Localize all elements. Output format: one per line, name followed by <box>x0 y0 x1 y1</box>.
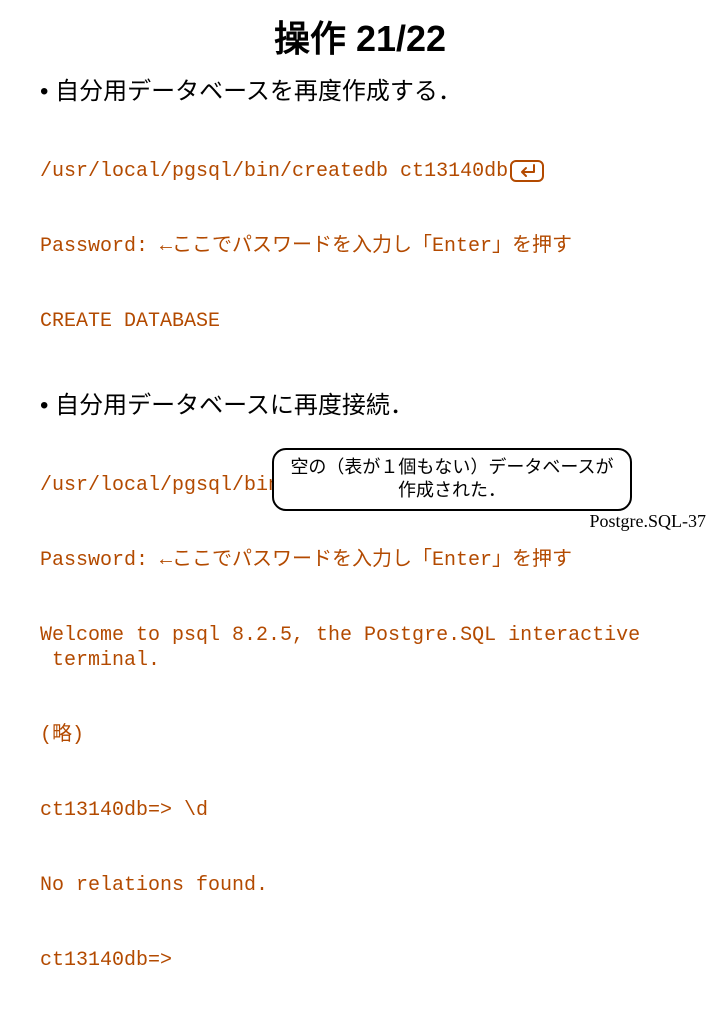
code-line: Welcome to psql 8.2.5, the Postgre.SQL i… <box>40 623 680 673</box>
code-line: CREATE DATABASE <box>40 309 680 334</box>
code-line: Password: ←ここでパスワードを入力し「Enter」を押す <box>40 234 680 259</box>
slide-number: Postgre.SQL-37 <box>590 511 707 532</box>
code-line: (略) <box>40 723 680 748</box>
bullet-create-db: • 自分用データベースを再度作成する． <box>40 76 680 107</box>
enter-key-icon <box>510 160 544 182</box>
code-line: ct13140db=> <box>40 948 680 973</box>
bullet-connect-db: • 自分用データベースに再度接続． <box>40 390 680 421</box>
callout-empty-db: 空の（表が１個もない）データベースが 作成された． <box>272 448 632 511</box>
code-block-create: /usr/local/pgsql/bin/createdb ct13140db … <box>40 109 680 384</box>
code-line: Password: ←ここでパスワードを入力し「Enter」を押す <box>40 548 680 573</box>
code-block-connect: /usr/local/pgsql/bin/psql ct13140db Pass… <box>40 423 680 1023</box>
code-line: ct13140db=> \d <box>40 798 680 823</box>
code-line: No relations found. <box>40 873 680 898</box>
page-title: 操作 21/22 <box>40 10 680 62</box>
code-line: /usr/local/pgsql/bin/createdb ct13140db <box>40 159 680 184</box>
